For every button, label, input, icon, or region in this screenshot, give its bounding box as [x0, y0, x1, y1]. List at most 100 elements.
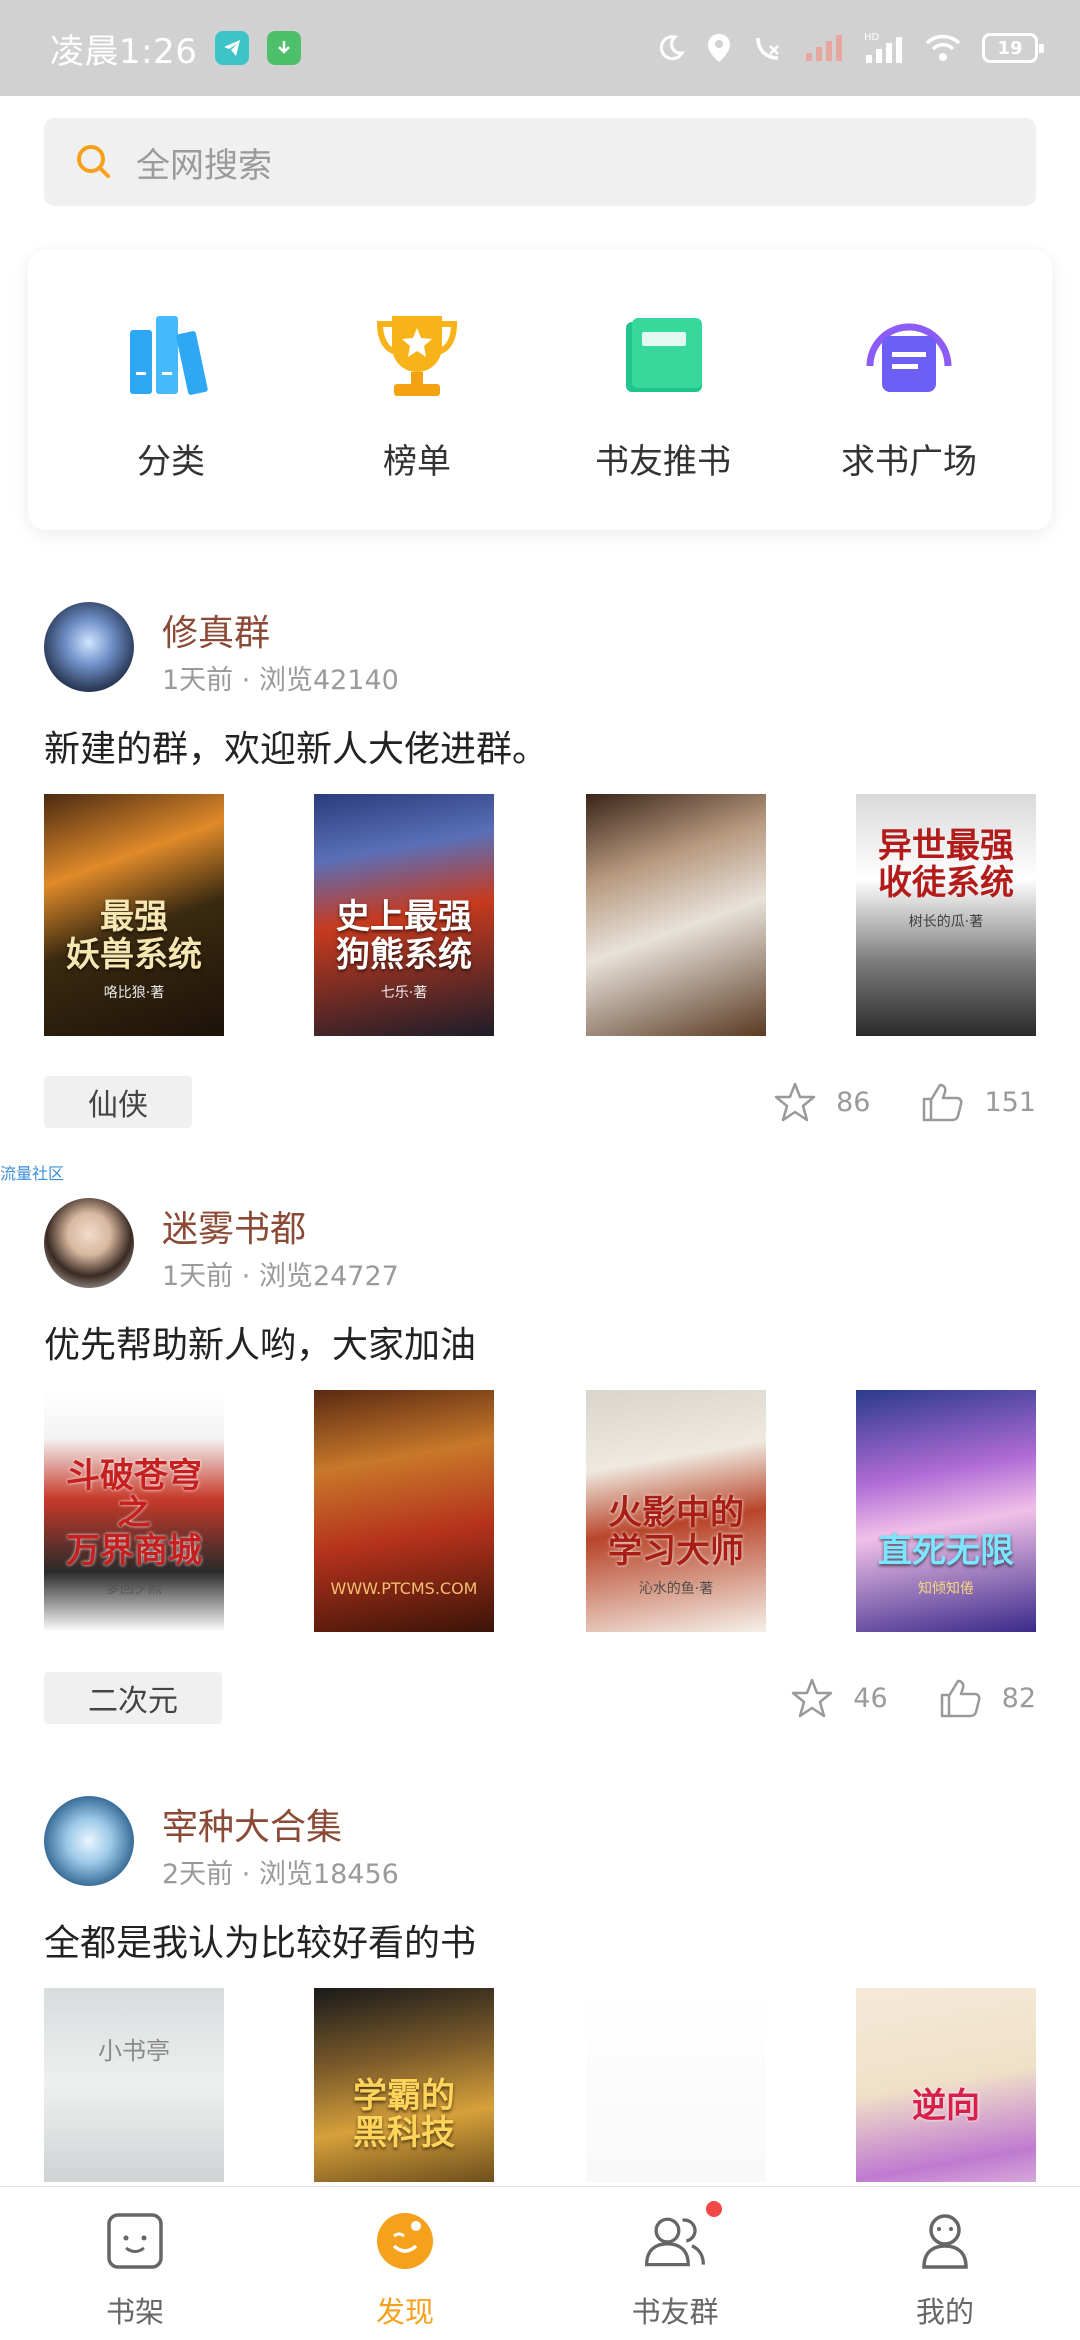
cover-title: 异世最强 收徒系统 — [878, 826, 1014, 904]
meta-separator: · — [241, 1859, 259, 1890]
tab-reader-group[interactable]: 书友群 — [540, 2187, 810, 2340]
tab-profile-label: 我的 — [915, 2295, 974, 2329]
tab-bookshelf[interactable]: 书架 — [0, 2187, 270, 2340]
location-icon — [708, 34, 730, 62]
post-text: 全都是我认为比较好看的书 — [44, 1923, 477, 1964]
post-title[interactable]: 迷雾书都 — [162, 1200, 306, 1252]
post-time: 1天前 — [162, 1261, 234, 1292]
svg-text:HD: HD — [864, 32, 880, 43]
thumbs-up-icon — [923, 1083, 963, 1122]
cover-title: 直死无限 — [878, 1530, 1014, 1571]
signal-hd-icon: HD — [864, 32, 902, 63]
nav-book-request[interactable]: 求书广场 — [809, 250, 1009, 530]
book-covers: 斗破苍穹之 万界商城 梦回夕照 WWW.PTCMS.COM 火影中的 学习大师 … — [44, 1390, 1036, 1632]
profile-icon — [911, 2207, 979, 2275]
favorite-count: 46 — [853, 1682, 888, 1714]
tab-discover[interactable]: 发现 — [270, 2187, 540, 2340]
like-count: 151 — [984, 1086, 1036, 1118]
ad-label: 流量社区 — [0, 1164, 65, 1183]
post-meta: 2天前 · 浏览18456 — [162, 1852, 399, 1891]
book-cover[interactable]: WWW.PTCMS.COM — [314, 1390, 494, 1632]
tab-bookshelf-label: 书架 — [105, 2295, 164, 2329]
notification-badge — [706, 2201, 722, 2217]
book-cover[interactable] — [586, 794, 766, 1036]
like-button[interactable]: 82 — [938, 1677, 1036, 1719]
book-cover[interactable] — [586, 1988, 766, 2182]
meta-separator: · — [241, 665, 259, 696]
moon-icon — [659, 35, 685, 61]
telegram-icon — [215, 31, 250, 65]
post-title[interactable]: 修真群 — [162, 604, 270, 656]
nav-category-label: 分类 — [137, 442, 205, 482]
avatar[interactable] — [44, 1198, 134, 1288]
headphones-icon — [854, 302, 964, 412]
post-time: 1天前 — [162, 665, 234, 696]
nav-ranking[interactable]: 榜单 — [317, 250, 517, 530]
signal-weak-icon — [806, 35, 842, 61]
genre-tag[interactable]: 二次元 — [44, 1672, 222, 1724]
post-views: 浏览18456 — [258, 1859, 399, 1890]
cover-title: 学霸的 黑科技 — [353, 2076, 455, 2154]
tab-discover-label: 发现 — [375, 2295, 434, 2329]
like-count: 82 — [1001, 1682, 1036, 1714]
bottom-nav: 书架 发现 书友群 我的 — [0, 2186, 1080, 2340]
battery-level: 19 — [997, 37, 1023, 59]
quick-nav-card: 分类 榜单 书友推书 求书广场 — [28, 250, 1052, 530]
star-icon[interactable] — [774, 1081, 816, 1123]
cover-author: 梦回夕照 — [106, 1581, 162, 1597]
book-cover[interactable]: 火影中的 学习大师 沁水的鱼·著 — [586, 1390, 766, 1632]
nav-category[interactable]: 分类 — [71, 250, 271, 530]
status-bar: 凌晨1:26 HD 19 — [0, 0, 1080, 96]
avatar[interactable] — [44, 1796, 134, 1886]
search-icon — [77, 145, 110, 178]
post-stats: 46 82 — [791, 1672, 1036, 1724]
post-text: 优先帮助新人哟，大家加油 — [44, 1325, 477, 1366]
nav-book-recommend[interactable]: 书友推书 — [563, 250, 763, 530]
download-icon — [267, 31, 302, 65]
book-cover[interactable]: 逆向 — [856, 1988, 1036, 2182]
book-covers: 最强 妖兽系统 咯比狼·著 史上最强 狗熊系统 七乐·著 异世最强 收徒系统 树… — [44, 794, 1036, 1036]
cover-author: 树长的瓜·著 — [908, 913, 984, 930]
book-cover[interactable]: 最强 妖兽系统 咯比狼·著 — [44, 794, 224, 1036]
cover-title: 小书亭 — [98, 2037, 170, 2065]
thumbs-up-icon — [940, 1679, 981, 1718]
meta-separator: · — [241, 1261, 259, 1292]
book-cover[interactable]: 直死无限 知倾知倦 — [856, 1390, 1036, 1632]
book-covers: 小书亭 学霸的 黑科技 逆向 — [44, 1988, 1036, 2182]
cover-title: 逆向 — [912, 2086, 980, 2126]
post-text: 新建的群，欢迎新人大佬进群。 — [44, 729, 549, 770]
book-cover[interactable]: 异世最强 收徒系统 树长的瓜·著 — [856, 794, 1036, 1036]
cover-title: 斗破苍穹之 万界商城 — [66, 1455, 202, 1571]
cover-title: 史上最强 狗熊系统 — [336, 897, 472, 975]
book-cover[interactable]: 史上最强 狗熊系统 七乐·著 — [314, 794, 494, 1036]
search-placeholder: 全网搜索 — [136, 145, 272, 186]
book-icon — [608, 302, 718, 412]
group-icon — [641, 2207, 709, 2275]
post-meta: 1天前 · 浏览24727 — [162, 1254, 399, 1293]
post-views: 浏览24727 — [258, 1261, 399, 1292]
status-time: 凌晨1:26 — [50, 31, 198, 72]
cover-title: 最强 妖兽系统 — [66, 897, 202, 975]
post-meta: 1天前 · 浏览42140 — [162, 658, 399, 697]
book-cover[interactable]: 学霸的 黑科技 — [314, 1988, 494, 2182]
book-cover[interactable]: 斗破苍穹之 万界商城 梦回夕照 — [44, 1390, 224, 1632]
search-input[interactable]: 全网搜索 — [44, 118, 1036, 206]
like-button[interactable]: 151 — [920, 1081, 1036, 1123]
nav-book-recommend-label: 书友推书 — [595, 442, 731, 482]
post-title[interactable]: 宰种大合集 — [162, 1798, 342, 1850]
cover-author: 沁水的鱼·著 — [638, 1581, 714, 1597]
books-icon — [116, 302, 226, 412]
no-call-icon — [756, 37, 779, 60]
cover-author: 七乐·著 — [380, 985, 428, 1001]
book-cover[interactable]: 小书亭 — [44, 1988, 224, 2182]
genre-tag[interactable]: 仙侠 — [44, 1076, 192, 1128]
bookshelf-icon — [101, 2207, 169, 2275]
discover-icon — [371, 2207, 439, 2275]
trophy-icon — [362, 302, 472, 412]
tab-profile[interactable]: 我的 — [810, 2187, 1080, 2340]
star-icon[interactable] — [791, 1677, 833, 1719]
post-time: 2天前 — [162, 1859, 234, 1890]
avatar[interactable] — [44, 602, 134, 692]
cover-author: WWW.PTCMS.COM — [330, 1579, 478, 1598]
cover-title: 火影中的 学习大师 — [608, 1493, 744, 1571]
